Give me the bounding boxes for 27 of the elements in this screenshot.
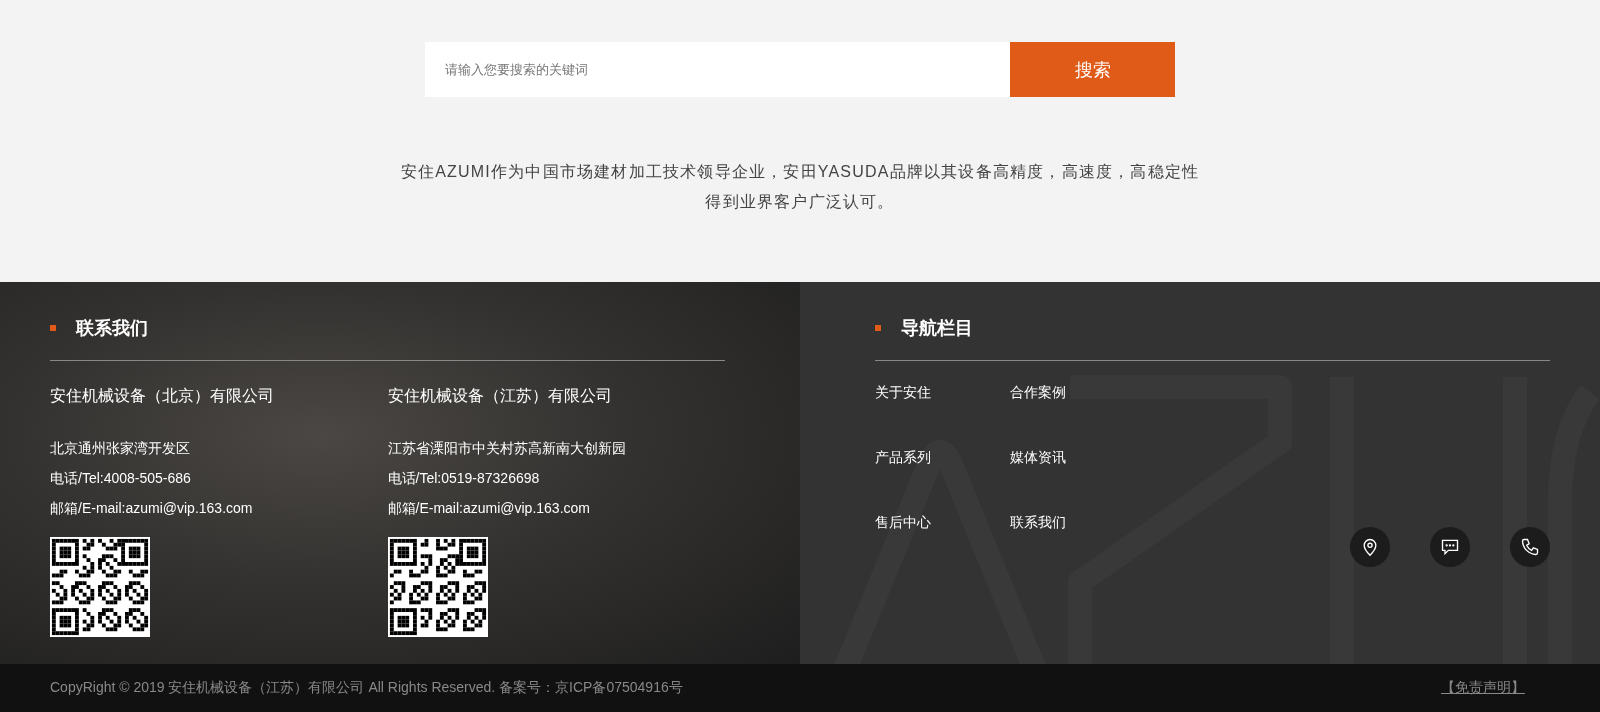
phone-icon bbox=[1520, 537, 1540, 557]
section-title: 导航栏目 bbox=[901, 317, 973, 340]
nav-link[interactable]: 产品系列 bbox=[875, 448, 1010, 466]
nav-link[interactable]: 媒体资讯 bbox=[1010, 448, 1145, 466]
heading-marker bbox=[875, 325, 881, 331]
disclaimer-link[interactable]: 【免责声明】 bbox=[1441, 679, 1525, 697]
intro-paragraph: 安住AZUMI作为中国市场建材加工技术领导企业，安田YASUDA品牌以其设备高精度，高速度，高稳定性得到业界客户广泛认可。 bbox=[399, 162, 1201, 212]
company-name: 安住机械设备（江苏）有限公司 bbox=[387, 386, 613, 406]
nav-link[interactable]: 联系我们 bbox=[1010, 513, 1145, 531]
nav-link[interactable]: 关于安住 bbox=[875, 383, 1010, 401]
contact-icon-button[interactable] bbox=[1350, 527, 1390, 567]
search-button[interactable]: 搜索 bbox=[1010, 42, 1175, 97]
contact-detail: 邮箱/E-mail:azumi@vip.163.com bbox=[387, 499, 591, 518]
chat-bubble-icon bbox=[1440, 537, 1460, 557]
search-field[interactable]: 请输入您要搜索的关键词 bbox=[425, 42, 1010, 97]
contact-detail: 邮箱/E-mail:azumi@vip.163.com bbox=[50, 499, 254, 518]
nav-link[interactable]: 合作案例 bbox=[1010, 383, 1145, 401]
nav-link[interactable]: 售后中心 bbox=[875, 513, 1010, 531]
contact-icon-button[interactable] bbox=[1430, 527, 1470, 567]
contact-detail: 电话/Tel:4008-505-686 bbox=[50, 469, 192, 488]
heading-marker bbox=[50, 325, 56, 331]
contact-detail: 北京通州张家湾开发区 bbox=[50, 439, 191, 458]
company-name: 安住机械设备（北京）有限公司 bbox=[50, 386, 275, 406]
contact-detail: 江苏省溧阳市中关村苏高新南大创新园 bbox=[387, 439, 627, 458]
copyright-text: CopyRight © 2019 安住机械设备（江苏）有限公司 All Rights Reserved. 备案号：京ICP备07504916号 bbox=[50, 679, 683, 697]
section-title: 联系我们 bbox=[76, 317, 148, 340]
contact-detail: 电话/Tel:0519-87326698 bbox=[387, 469, 541, 488]
